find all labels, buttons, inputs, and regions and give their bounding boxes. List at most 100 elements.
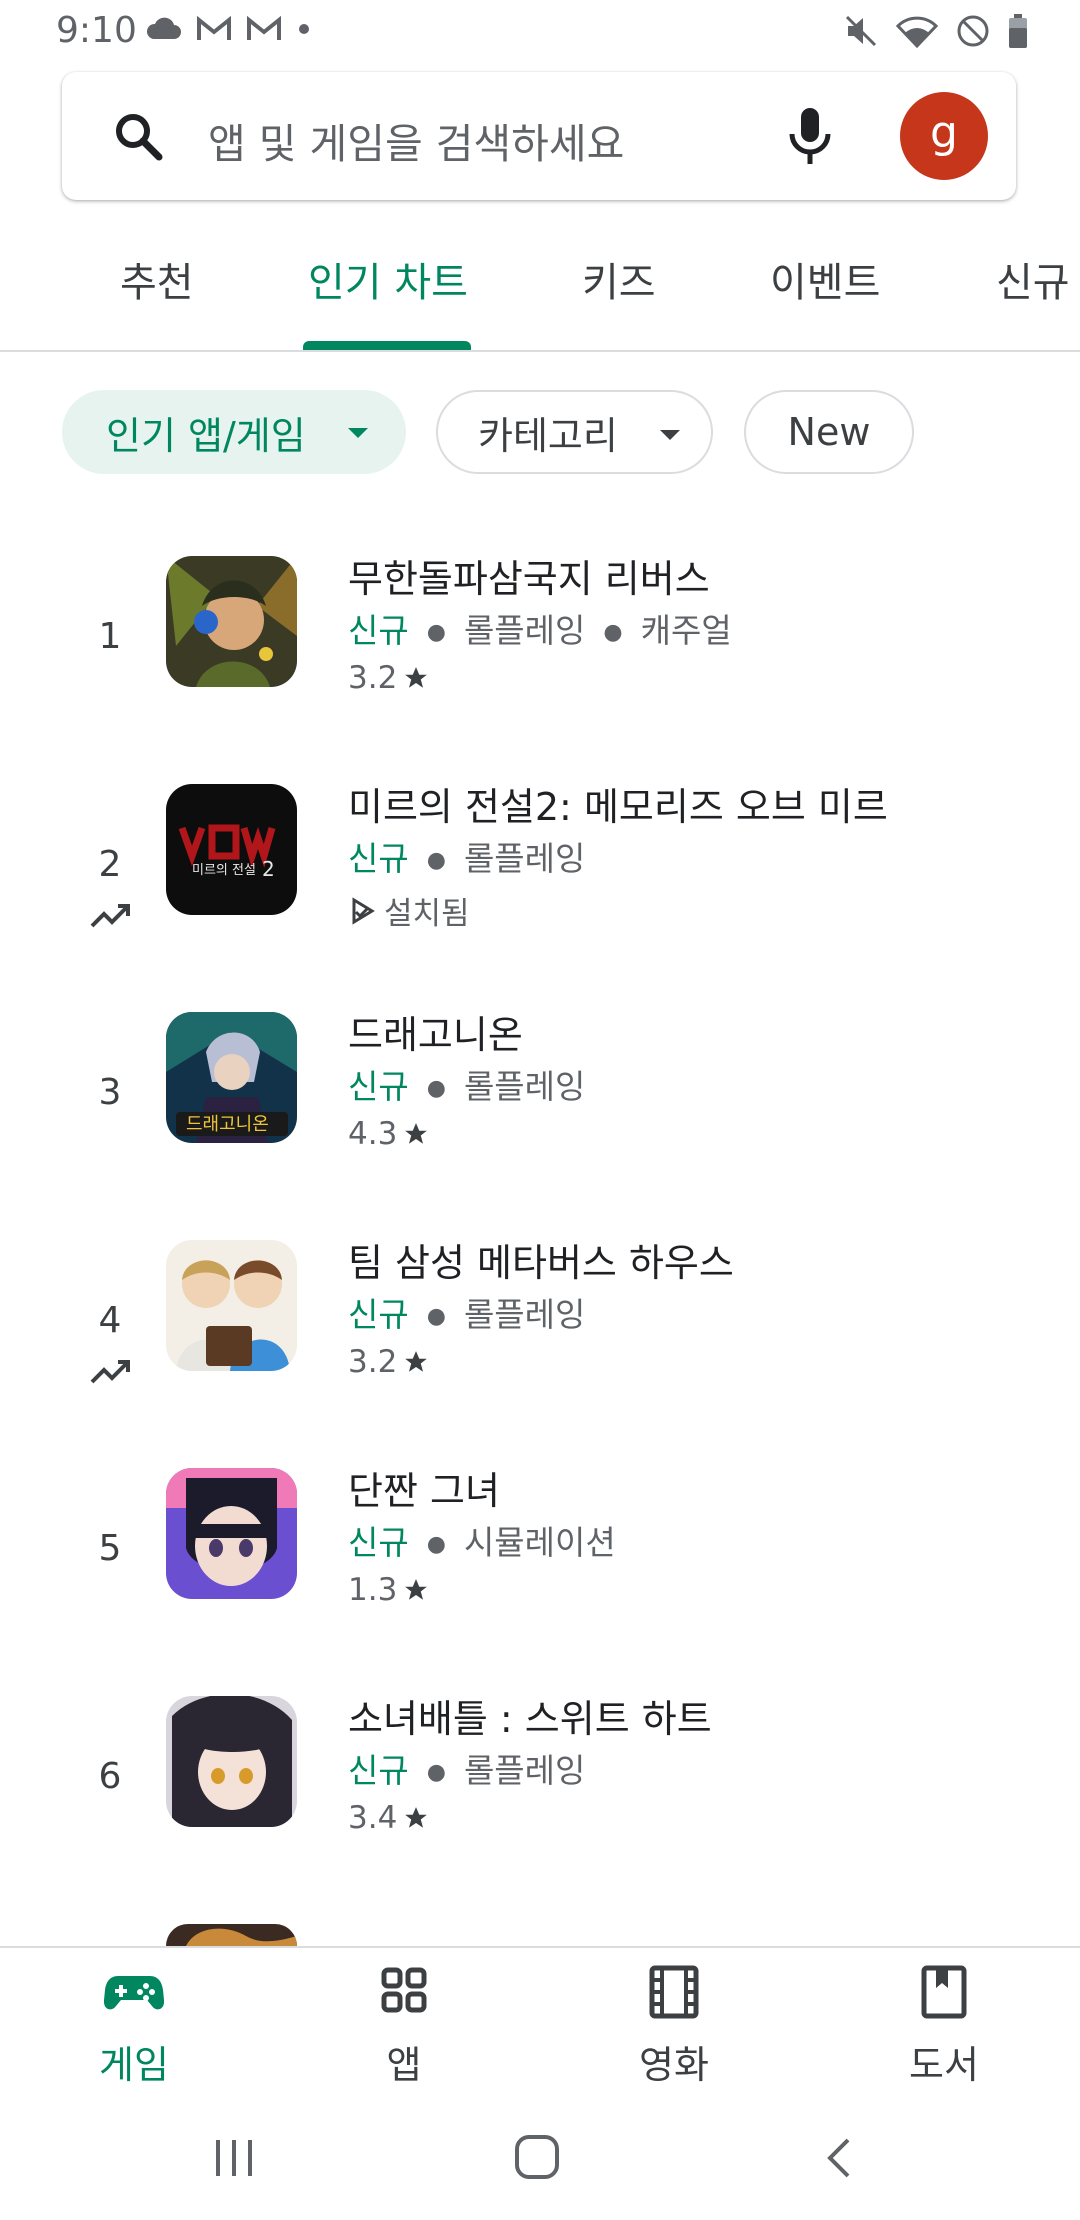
nav-games-label: 게임 — [99, 2043, 169, 2087]
star-icon — [405, 1123, 428, 1144]
chart-list-item[interactable]: 3 드래고니온 드래고니온 신규 ● 롤플레잉 4.3 — [0, 1012, 1080, 1240]
separator-dot: ● — [603, 620, 623, 645]
rating: 3.2 — [348, 660, 429, 696]
separator-dot: ● — [426, 1076, 446, 1101]
microphone-icon[interactable] — [784, 106, 836, 166]
system-navigation-bar — [0, 2100, 1080, 2220]
status-system-icons — [844, 14, 1028, 48]
rank-number: 6 — [98, 1756, 122, 1797]
installed-label: 설치됨 — [384, 896, 470, 932]
tab-top-charts[interactable]: 인기 차트 — [308, 250, 468, 308]
apps-games-filter-chip[interactable]: 인기 앱/게임 — [62, 390, 406, 474]
installed-status: 설치됨 — [348, 888, 470, 933]
rank-number: 2 — [98, 844, 122, 885]
new-label: 신규 — [348, 1295, 409, 1334]
apps-grid-icon — [381, 1967, 427, 2013]
nav-books-label: 도서 — [909, 2043, 979, 2087]
active-tab-indicator — [303, 341, 471, 350]
status-bar: 9:10 — [0, 0, 1080, 62]
rating-value: 4.3 — [348, 1116, 398, 1152]
app-icon[interactable] — [166, 1924, 297, 1946]
app-icon[interactable] — [166, 1240, 297, 1371]
search-input[interactable]: 앱 및 게임을 검색하세요 — [208, 110, 624, 170]
tab-kids[interactable]: 키즈 — [582, 250, 656, 308]
app-icon[interactable] — [166, 556, 297, 687]
nav-movies-label: 영화 — [639, 2043, 709, 2087]
app-title: 팀 삼성 메타버스 하우스 — [348, 1241, 734, 1285]
rating: 4.3 — [348, 1116, 429, 1152]
rating: 3.4 — [348, 1800, 429, 1836]
home-icon[interactable] — [514, 2134, 560, 2180]
genre-label: 롤플레잉 — [463, 1067, 586, 1106]
top-tabs: 추천 인기 차트 키즈 이벤트 신규 — [0, 210, 1080, 352]
rank-number: 1 — [98, 616, 122, 657]
tab-recommended[interactable]: 추천 — [120, 250, 194, 308]
chart-list-item[interactable]: 2 미르의 전설 2 미르의 전설2: 메모리즈 오브 미르 신규 ● 롤플레잉 설… — [0, 784, 1080, 1012]
new-filter-chip[interactable]: New — [744, 390, 914, 474]
app-title: 드래고니온 — [348, 1013, 523, 1057]
nav-apps-label: 앱 — [386, 2043, 422, 2087]
new-label: 신규 — [348, 1067, 409, 1106]
rank-number: 3 — [98, 1072, 122, 1113]
new-label: 신규 — [348, 839, 409, 878]
trending-up-icon — [90, 1360, 130, 1384]
genre-label: 캐주얼 — [640, 611, 732, 650]
gmail-icon — [247, 16, 281, 40]
separator-dot: ● — [426, 1532, 446, 1557]
chart-list-item[interactable]: 4 팀 삼성 메타버스 하우스 신규 ● 롤플레잉 3.2 — [0, 1240, 1080, 1468]
nav-games[interactable]: 게임 — [44, 1964, 224, 2089]
star-icon — [405, 1807, 428, 1828]
separator-dot: ● — [426, 620, 446, 645]
app-meta: 신규 ● 롤플레잉 — [348, 1288, 585, 1336]
app-meta: 신규 ● 시뮬레이션 — [348, 1516, 616, 1564]
category-filter-label: 카테고리 — [478, 413, 618, 458]
tab-events[interactable]: 이벤트 — [770, 250, 880, 308]
app-title: 미르의 전설2: 메모리즈 오브 미르 — [348, 785, 888, 829]
separator-dot: ● — [426, 1760, 446, 1785]
genre-label: 롤플레잉 — [463, 611, 586, 650]
svg-text:미르의 전설: 미르의 전설 — [192, 863, 256, 878]
search-icon[interactable] — [112, 110, 164, 162]
star-icon — [405, 667, 428, 688]
genre-label: 시뮬레이션 — [463, 1523, 616, 1562]
category-filter-chip[interactable]: 카테고리 — [436, 390, 713, 474]
rating: 3.2 — [348, 1344, 429, 1380]
app-icon[interactable] — [166, 1468, 297, 1599]
app-icon[interactable]: 드래고니온 — [166, 1012, 297, 1143]
recent-apps-icon[interactable] — [212, 2138, 256, 2178]
star-icon — [405, 1351, 428, 1372]
app-icon[interactable] — [166, 1696, 297, 1827]
nav-books[interactable]: 도서 — [854, 1964, 1034, 2089]
do-not-disturb-icon — [957, 15, 989, 47]
tab-new[interactable]: 신규 — [996, 250, 1070, 308]
battery-icon — [1009, 14, 1027, 48]
app-title: 소녀배틀 : 스위트 하트 — [348, 1697, 712, 1741]
new-label: 신규 — [348, 611, 409, 650]
app-icon[interactable]: 미르의 전설 2 — [166, 784, 297, 915]
chart-list-item[interactable]: 1 무한돌파삼국지 리버스 신규 ● 롤플레잉 ● 캐주얼 3.2 — [0, 556, 1080, 784]
app-meta: 신규 ● 롤플레잉 — [348, 1060, 585, 1108]
back-icon[interactable] — [822, 2136, 854, 2180]
wifi-icon — [896, 16, 938, 48]
app-meta: 신규 ● 롤플레잉 — [348, 1744, 585, 1792]
rating-value: 3.2 — [348, 660, 398, 696]
rating: 1.3 — [348, 1572, 429, 1608]
account-avatar[interactable]: g — [900, 92, 988, 180]
bottom-navigation: 게임 앱 영화 도서 — [0, 1946, 1080, 2102]
film-icon — [649, 1965, 699, 2019]
app-meta: 신규 ● 롤플레잉 — [348, 832, 585, 880]
nav-movies[interactable]: 영화 — [584, 1964, 764, 2089]
chart-list-item[interactable]: 5 단짠 그녀 신규 ● 시뮬레이션 1.3 — [0, 1468, 1080, 1696]
rank-number: 4 — [98, 1300, 122, 1341]
svg-text:드래고니온: 드래고니온 — [186, 1114, 269, 1135]
nav-apps[interactable]: 앱 — [314, 1964, 494, 2089]
dropdown-arrow-icon — [660, 430, 680, 440]
separator-dot: ● — [426, 848, 446, 873]
chart-list-item[interactable]: 6 소녀배틀 : 스위트 하트 신규 ● 롤플레잉 3.4 — [0, 1696, 1080, 1924]
gamepad-icon — [104, 1976, 164, 2010]
search-bar[interactable]: 앱 및 게임을 검색하세요 g — [62, 72, 1016, 200]
cloud-icon — [146, 17, 181, 39]
separator-dot: ● — [426, 1304, 446, 1329]
chart-list-item-partial[interactable] — [0, 1924, 1080, 1946]
star-icon — [405, 1579, 428, 1600]
